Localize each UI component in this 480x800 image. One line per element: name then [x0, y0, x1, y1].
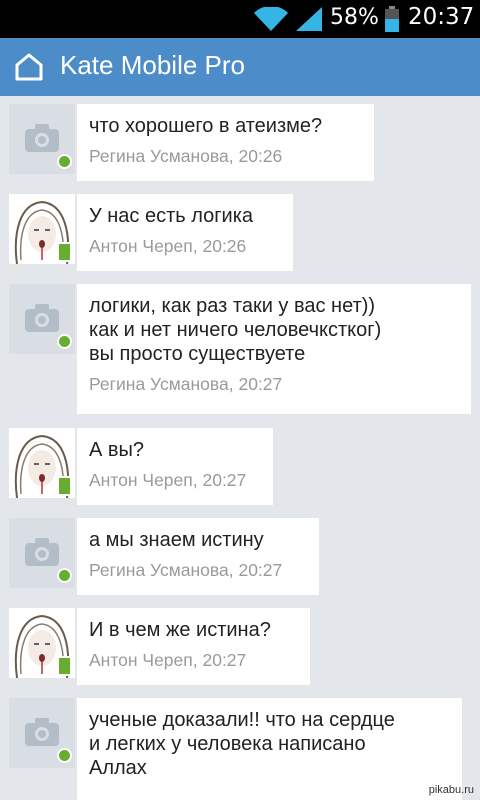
- app-bar: Kate Mobile Pro: [0, 38, 480, 96]
- watermark: pikabu.ru: [428, 784, 474, 796]
- home-icon[interactable]: [14, 52, 44, 82]
- message-text: А вы?: [89, 439, 145, 461]
- message-bubble[interactable]: А вы? Антон Череп, 20:27: [77, 428, 273, 505]
- battery-percent: 58%: [330, 5, 379, 30]
- status-bar: 58% 20:37: [0, 0, 480, 38]
- app-title: Kate Mobile Pro: [60, 50, 245, 80]
- mobile-online-icon: [57, 476, 72, 496]
- camera-icon: [25, 124, 59, 152]
- online-indicator: [57, 568, 72, 583]
- message-meta: Регина Усманова, 20:27: [89, 560, 283, 580]
- signal-icon: [296, 7, 322, 31]
- message-text: ученые доказали!! что на сердце и легких…: [89, 709, 395, 779]
- message-meta: Антон Череп, 20:27: [89, 470, 247, 490]
- message-text: И в чем же истина?: [89, 619, 271, 641]
- mobile-online-icon: [57, 656, 72, 676]
- message-text: а мы знаем истину: [89, 529, 264, 551]
- message-bubble[interactable]: И в чем же истина? Антон Череп, 20:27: [77, 608, 310, 685]
- message-meta: Антон Череп, 20:26: [89, 236, 247, 256]
- camera-icon: [25, 304, 59, 332]
- online-indicator: [57, 748, 72, 763]
- wifi-icon: [254, 7, 288, 31]
- battery-icon: [385, 6, 399, 32]
- message-text: У нас есть логика: [89, 205, 254, 227]
- online-indicator: [57, 154, 72, 169]
- message-text: что хорошего в атеизме?: [89, 115, 323, 137]
- message-meta: Антон Череп, 20:27: [89, 650, 247, 670]
- online-indicator: [57, 334, 72, 349]
- message-meta: Регина Усманова, 20:27: [89, 374, 283, 394]
- message-text: логики, как раз таки у вас нет)) как и н…: [89, 295, 382, 365]
- camera-icon: [25, 538, 59, 566]
- message-bubble[interactable]: что хорошего в атеизме? Регина Усманова,…: [77, 104, 374, 181]
- message-bubble[interactable]: логики, как раз таки у вас нет)) как и н…: [77, 284, 471, 414]
- message-bubble[interactable]: У нас есть логика Антон Череп, 20:26: [77, 194, 293, 271]
- message-bubble[interactable]: ученые доказали!! что на сердце и легких…: [77, 698, 462, 800]
- clock: 20:37: [408, 4, 475, 30]
- message-meta: Регина Усманова, 20:26: [89, 146, 283, 166]
- mobile-online-icon: [57, 242, 72, 262]
- camera-icon: [25, 718, 59, 746]
- message-bubble[interactable]: а мы знаем истину Регина Усманова, 20:27: [77, 518, 319, 595]
